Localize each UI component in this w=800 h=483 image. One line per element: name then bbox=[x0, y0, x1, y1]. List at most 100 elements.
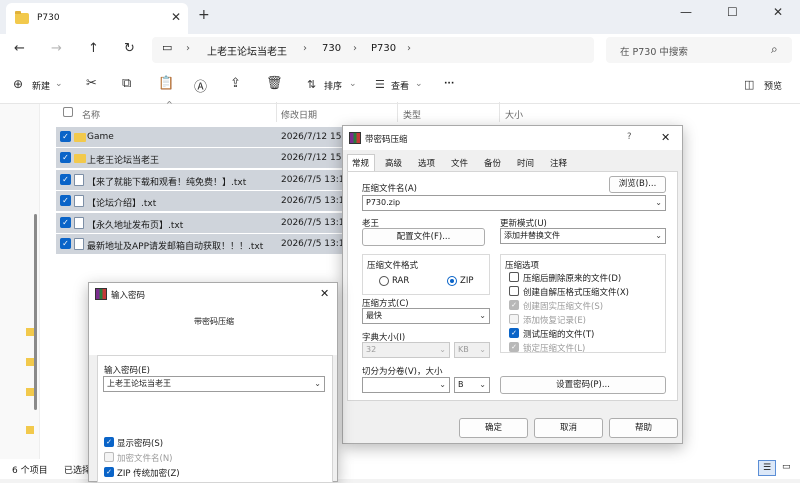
row-checkbox[interactable]: ✓ bbox=[60, 217, 71, 228]
compression-method-value: 最快 bbox=[366, 311, 382, 320]
address-bar[interactable]: ▭ › 上老王论坛当老王 › 730 › P730 › bbox=[152, 37, 594, 63]
close-icon[interactable]: ✕ bbox=[661, 131, 670, 144]
format-zip-label: ZIP bbox=[460, 276, 474, 286]
chevron-down-icon[interactable]: ⌄ bbox=[655, 196, 662, 210]
sidebar-scrollbar[interactable] bbox=[34, 214, 37, 410]
tab-backup[interactable]: 备份 bbox=[484, 157, 501, 169]
folder-icon bbox=[15, 11, 29, 24]
folder-icon bbox=[26, 328, 34, 336]
browse-button[interactable]: 浏览(B)... bbox=[609, 176, 666, 193]
select-all-checkbox[interactable] bbox=[63, 107, 73, 117]
tab-general[interactable]: 常规 bbox=[352, 157, 369, 169]
zip-legacy-checkbox[interactable]: ✓ bbox=[104, 467, 114, 477]
tiles-view-icon[interactable]: ▭ bbox=[782, 462, 791, 472]
split-volumes-label: 切分为分卷(V)，大小 bbox=[362, 367, 443, 377]
dictionary-unit-select[interactable]: KB ⌄ bbox=[454, 342, 490, 358]
compression-method-select[interactable]: 最快 ⌄ bbox=[362, 308, 490, 324]
help-question-button[interactable]: ? bbox=[627, 132, 632, 142]
column-header-name[interactable]: 名称 bbox=[82, 108, 100, 121]
dictionary-size-select[interactable]: 32 ⌄ bbox=[362, 342, 450, 358]
format-rar-radio[interactable] bbox=[379, 276, 389, 286]
file-row[interactable]: ✓ 【永久地址发布页】.txt 2026/7/5 13:1 bbox=[56, 213, 356, 233]
up-arrow-icon[interactable]: ↑ bbox=[88, 41, 99, 56]
tab-comment[interactable]: 注释 bbox=[550, 157, 567, 169]
ok-button[interactable]: 确定 bbox=[459, 418, 528, 438]
profiles-button[interactable]: 配置文件(F)... bbox=[362, 228, 485, 246]
chevron-down-icon: ⌄ bbox=[415, 79, 423, 89]
close-icon[interactable]: ✕ bbox=[320, 287, 329, 300]
navigation-pane[interactable] bbox=[0, 104, 40, 459]
chevron-down-icon: ⌄ bbox=[479, 380, 486, 389]
file-row[interactable]: ✓ 最新地址及APP请发邮箱自动获取！！！.txt 2026/7/5 13:1 bbox=[56, 234, 356, 254]
breadcrumb-item[interactable]: 730 bbox=[322, 43, 341, 54]
tab-files[interactable]: 文件 bbox=[451, 157, 468, 169]
close-window-button[interactable]: ✕ bbox=[773, 5, 783, 19]
column-header-size[interactable]: 大小 bbox=[505, 108, 523, 121]
cut-icon[interactable]: ✂ bbox=[86, 76, 97, 91]
tab-options[interactable]: 选项 bbox=[418, 157, 435, 169]
back-arrow-icon[interactable]: ← bbox=[14, 41, 25, 56]
split-unit-value: B bbox=[458, 380, 464, 389]
text-file-icon bbox=[74, 217, 84, 229]
encrypt-filenames-checkbox[interactable] bbox=[104, 452, 114, 462]
command-bar: ⊕ 新建 ⌄ ✂ ⧉ 📋 Ⓐ ⇪ 🗑 ⇅ 排序 ⌄ ☰ 查看 ⌄ ··· ◫ 预… bbox=[0, 66, 800, 104]
tab-advanced[interactable]: 高级 bbox=[385, 157, 402, 169]
tab-close-icon[interactable]: ✕ bbox=[171, 10, 181, 24]
more-options-button[interactable]: ··· bbox=[444, 79, 454, 89]
chevron-down-icon[interactable]: ⌄ bbox=[314, 377, 321, 391]
lock-archive-checkbox[interactable]: ✓ bbox=[509, 342, 519, 352]
new-button[interactable]: 新建 bbox=[32, 79, 50, 92]
chevron-down-icon[interactable]: ⌄ bbox=[439, 378, 446, 392]
solid-archive-checkbox[interactable]: ✓ bbox=[509, 300, 519, 310]
file-name: 上老王论坛当老王 bbox=[87, 156, 160, 166]
tab-time[interactable]: 时间 bbox=[517, 157, 534, 169]
column-header-date[interactable]: 修改日期 bbox=[281, 108, 317, 121]
details-view-icon[interactable]: ☰ bbox=[758, 460, 776, 476]
file-row[interactable]: ✓ 上老王论坛当老王 2026/7/12 15: bbox=[56, 148, 356, 168]
tab-title: P730 bbox=[37, 13, 60, 23]
show-password-checkbox[interactable]: ✓ bbox=[104, 437, 114, 447]
help-button[interactable]: 帮助 bbox=[609, 418, 678, 438]
search-placeholder: 在 P730 中搜索 bbox=[620, 47, 688, 58]
split-size-input[interactable]: ⌄ bbox=[362, 377, 450, 393]
archive-name-input[interactable]: P730.zip ⌄ bbox=[362, 195, 666, 211]
copy-icon[interactable]: ⧉ bbox=[122, 76, 131, 91]
file-row[interactable]: ✓ 【论坛介绍】.txt 2026/7/5 13:1 bbox=[56, 191, 356, 211]
row-checkbox[interactable]: ✓ bbox=[60, 152, 71, 163]
password-input[interactable]: 上老王论坛当老王 ⌄ bbox=[103, 376, 325, 392]
minimize-button[interactable]: — bbox=[680, 5, 692, 19]
breadcrumb-item[interactable]: P730 bbox=[371, 43, 396, 54]
refresh-icon[interactable]: ↻ bbox=[124, 41, 135, 56]
split-unit-select[interactable]: B ⌄ bbox=[454, 377, 490, 393]
maximize-button[interactable]: ☐ bbox=[727, 5, 738, 19]
row-checkbox[interactable]: ✓ bbox=[60, 174, 71, 185]
row-checkbox[interactable]: ✓ bbox=[60, 131, 71, 142]
view-button[interactable]: 查看 bbox=[391, 79, 409, 92]
rename-icon[interactable]: Ⓐ bbox=[194, 76, 207, 95]
chevron-down-icon: ⌄ bbox=[655, 231, 662, 240]
format-zip-radio[interactable] bbox=[447, 276, 457, 286]
sfx-checkbox[interactable] bbox=[509, 286, 519, 296]
new-tab-button[interactable]: + bbox=[198, 7, 210, 23]
delete-after-checkbox[interactable] bbox=[509, 272, 519, 282]
cancel-button[interactable]: 取消 bbox=[534, 418, 603, 438]
breadcrumb-item[interactable]: 上老王论坛当老王 bbox=[207, 43, 287, 58]
recovery-record-checkbox[interactable] bbox=[509, 314, 519, 324]
file-row[interactable]: ✓ 【来了就能下载和观看！纯免费！】.txt 2026/7/5 13:1 bbox=[56, 170, 356, 190]
file-row[interactable]: ✓ Game 2026/7/12 15: bbox=[56, 127, 356, 147]
forward-arrow-icon[interactable]: → bbox=[51, 41, 62, 56]
sort-button[interactable]: 排序 bbox=[324, 79, 342, 92]
update-mode-select[interactable]: 添加并替换文件 ⌄ bbox=[500, 228, 666, 244]
delete-icon[interactable]: 🗑 bbox=[266, 76, 283, 91]
monitor-icon: ▭ bbox=[162, 41, 173, 54]
test-archive-checkbox[interactable]: ✓ bbox=[509, 328, 519, 338]
search-box[interactable]: 在 P730 中搜索 ⌕ bbox=[606, 37, 792, 63]
row-checkbox[interactable]: ✓ bbox=[60, 195, 71, 206]
row-checkbox[interactable]: ✓ bbox=[60, 238, 71, 249]
tab-p730[interactable]: P730 ✕ bbox=[6, 3, 188, 34]
column-header-type[interactable]: 类型 bbox=[403, 108, 421, 121]
share-icon[interactable]: ⇪ bbox=[230, 76, 241, 91]
set-password-button[interactable]: 设置密码(P)... bbox=[500, 376, 666, 394]
paste-icon[interactable]: 📋 bbox=[158, 76, 174, 91]
preview-button[interactable]: 预览 bbox=[764, 79, 782, 92]
